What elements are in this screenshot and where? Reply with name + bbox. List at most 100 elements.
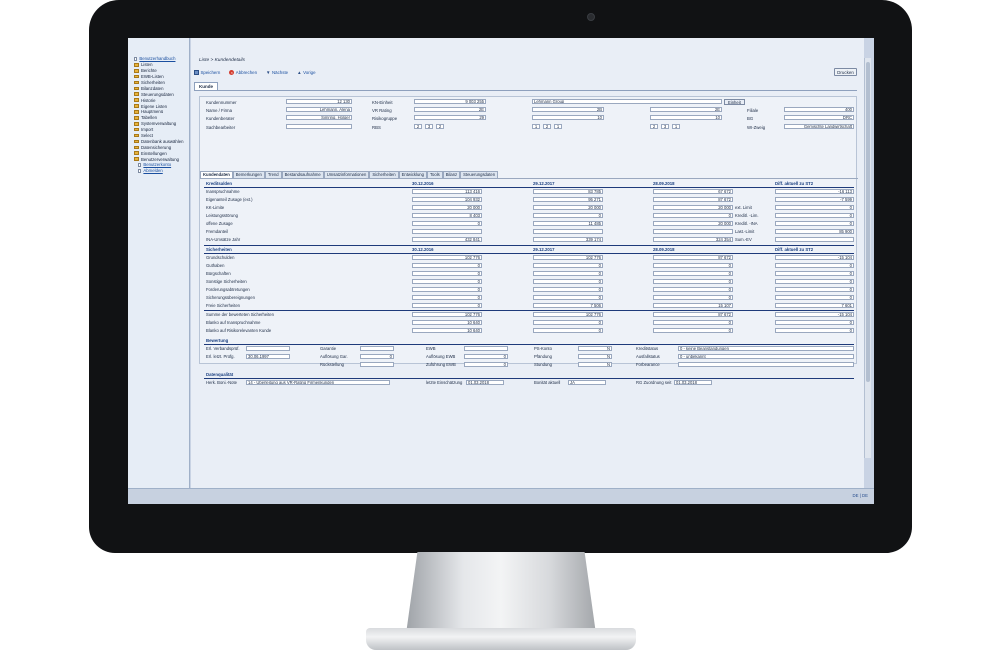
security-value[interactable]: 87 672 <box>653 255 733 260</box>
rbs-field[interactable]: 2 <box>436 124 444 129</box>
rbs-field[interactable]: 2 <box>543 124 551 129</box>
security-value[interactable]: 0 <box>533 271 603 276</box>
rbs-field[interactable]: 1 <box>672 124 680 129</box>
wi-field[interactable]: Gemischte Landwirtschaft <box>784 124 854 129</box>
credit-value[interactable]: 20 000 <box>533 205 603 210</box>
customer-name-field[interactable]: Lehmann, Alena <box>286 107 352 112</box>
rbs-field[interactable]: 2 <box>650 124 658 129</box>
rating-aufl_ewb-field[interactable]: 0 <box>464 354 508 359</box>
credit-value[interactable]: 0 <box>533 213 603 218</box>
credit-value[interactable] <box>533 229 603 234</box>
kn-name-field[interactable]: Lehmann Group <box>532 99 722 104</box>
credit-value[interactable]: 8 403 <box>412 213 482 218</box>
prev-button[interactable]: ▲ Vorige <box>297 70 315 75</box>
rbs-field[interactable]: 3 <box>425 124 433 129</box>
security-sum-value[interactable]: 102 776 <box>412 312 482 317</box>
credit-value[interactable]: 20 000 <box>412 205 482 210</box>
security-sum-value[interactable]: 0 <box>653 320 733 325</box>
credit-diff-value[interactable]: 0 <box>775 221 854 226</box>
rating-pruef-field[interactable]: 30.06.1997 <box>246 354 290 359</box>
security-diff-value[interactable]: -15 104 <box>775 255 854 260</box>
rating-ps-field[interactable]: N <box>578 346 612 351</box>
credit-value[interactable] <box>412 229 482 234</box>
einheit-button[interactable]: Einheit <box>724 98 745 105</box>
security-value[interactable]: 0 <box>653 295 733 300</box>
sidebar-item[interactable]: Abmelden <box>128 168 189 174</box>
rating-rueck-field[interactable] <box>360 362 394 367</box>
security-value[interactable]: 0 <box>412 303 482 308</box>
rating-pfand-field[interactable]: N <box>578 354 612 359</box>
bg-field[interactable]: DRC <box>784 115 854 120</box>
credit-value[interactable]: 20 000 <box>653 221 733 226</box>
credit-value[interactable]: 0 <box>653 213 733 218</box>
security-value[interactable]: 0 <box>653 263 733 268</box>
security-sum-diff[interactable]: 0 <box>775 320 854 325</box>
rating-garantie-field[interactable] <box>360 346 394 351</box>
credit-value[interactable]: 95 271 <box>533 197 603 202</box>
rbs-field[interactable]: 1 <box>554 124 562 129</box>
credit-value[interactable] <box>653 229 733 234</box>
rating-kredit-field[interactable]: 0 - keine Beanstandungen <box>678 346 854 351</box>
credit-value[interactable]: 339 174 <box>533 237 603 242</box>
security-sum-value[interactable]: 0 <box>533 320 603 325</box>
security-value[interactable]: 0 <box>533 287 603 292</box>
credit-value[interactable]: 432 841 <box>412 237 482 242</box>
security-value[interactable]: 0 <box>412 279 482 284</box>
customer-risk-field[interactable]: 10 <box>532 115 604 120</box>
clerk-field[interactable] <box>286 124 352 129</box>
credit-value[interactable]: 113 416 <box>412 189 482 194</box>
security-diff-value[interactable]: 0 <box>775 287 854 292</box>
rating-aufloesung-field[interactable]: 0 <box>360 354 394 359</box>
security-value[interactable]: 7 506 <box>533 303 603 308</box>
security-sum-diff[interactable]: -15 104 <box>775 312 854 317</box>
security-diff-value[interactable]: 0 <box>775 279 854 284</box>
vertical-scrollbar[interactable] <box>864 58 871 458</box>
scrollbar-thumb[interactable] <box>866 62 870 382</box>
credit-value[interactable]: 0 <box>412 221 482 226</box>
next-button[interactable]: ▼ Nächste <box>266 70 288 75</box>
branch-field[interactable]: 400 <box>784 107 854 112</box>
rating-stund-field[interactable]: N <box>578 362 612 367</box>
kn-field[interactable]: 9 003 255 <box>414 99 486 104</box>
credit-diff-value[interactable]: 85 900 <box>775 229 854 234</box>
security-value[interactable]: 0 <box>533 279 603 284</box>
security-sum-value[interactable]: 10 640 <box>412 328 482 333</box>
security-value[interactable]: 0 <box>533 263 603 268</box>
customer-nr-field[interactable]: 12 130 <box>286 99 352 104</box>
security-value[interactable]: 102 776 <box>412 255 482 260</box>
credit-value[interactable]: 87 672 <box>653 197 733 202</box>
quality-bonnote-field[interactable]: 14 - Überleitung aus VR-Rating Firmenkun… <box>246 380 390 385</box>
customer-vr-field[interactable]: 2E <box>414 107 486 112</box>
rbs-field[interactable]: 1 <box>532 124 540 129</box>
security-value[interactable]: 0 <box>533 295 603 300</box>
credit-value[interactable]: 83 785 <box>533 189 603 194</box>
quality-bon-field[interactable]: JA <box>568 380 606 385</box>
customer-vr-field[interactable]: 2B <box>532 107 604 112</box>
security-value[interactable]: 0 <box>412 271 482 276</box>
credit-value[interactable]: 67 672 <box>653 189 733 194</box>
rbs-field[interactable]: 3 <box>661 124 669 129</box>
credit-diff-value[interactable]: 0 <box>775 205 854 210</box>
security-value[interactable]: 0 <box>412 263 482 268</box>
rating-zuf_ewb-field[interactable]: 0 <box>464 362 508 367</box>
rating-ewb-field[interactable] <box>464 346 508 351</box>
quality-rg-field[interactable]: 01.03.2018 <box>674 380 712 385</box>
credit-value[interactable]: 324 354 <box>653 237 733 242</box>
security-sum-value[interactable]: 102 776 <box>533 312 603 317</box>
credit-diff-value[interactable]: -7 599 <box>775 197 854 202</box>
security-diff-value[interactable]: 0 <box>775 263 854 268</box>
security-sum-value[interactable]: 87 672 <box>653 312 733 317</box>
rating-ausfall-field[interactable]: 0 - unbekannt <box>678 354 854 359</box>
security-value[interactable]: 0 <box>653 287 733 292</box>
credit-value[interactable]: 104 932 <box>412 197 482 202</box>
credit-diff-value[interactable]: 0 <box>775 213 854 218</box>
save-button[interactable]: Speichern <box>194 70 220 75</box>
security-value[interactable]: 0 <box>412 295 482 300</box>
security-diff-value[interactable]: 0 <box>775 271 854 276</box>
rating-forb-field[interactable] <box>678 362 854 367</box>
credit-value[interactable]: 11 485 <box>533 221 603 226</box>
security-sum-value[interactable]: 0 <box>533 328 603 333</box>
security-value[interactable]: 0 <box>653 279 733 284</box>
customer-risk-field[interactable]: 10 <box>650 115 722 120</box>
print-button[interactable]: Drucken <box>834 68 857 76</box>
